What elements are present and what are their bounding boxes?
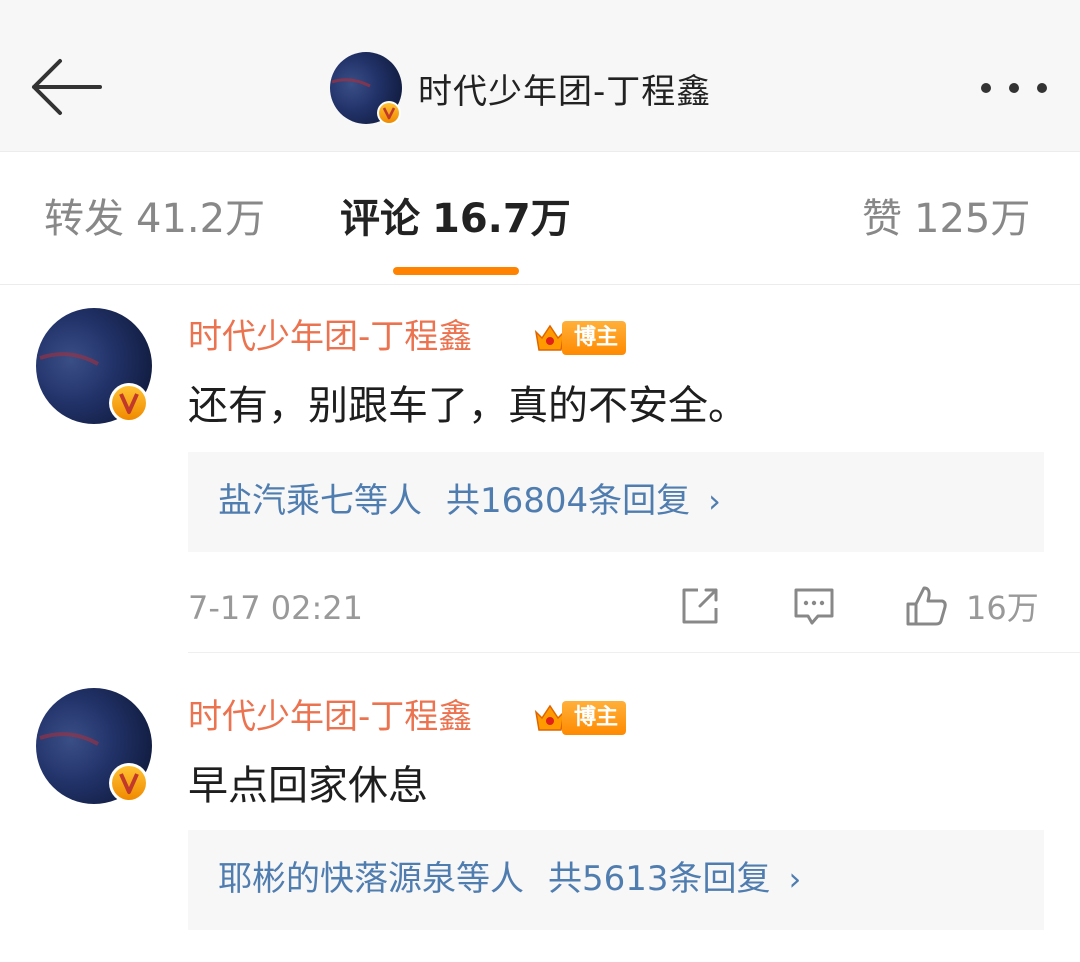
more-dots-icon[interactable] [976, 70, 1052, 106]
comment-meta: 7-17 02:21 16万 [0, 578, 1080, 638]
divider [188, 652, 1080, 653]
replies-link[interactable]: 盐汽乘七等人 共16804条回复 › [218, 476, 721, 526]
comment-username[interactable]: 时代少年团-丁程鑫 [188, 314, 472, 360]
replies-users: 耶彬的快落源泉等人 [218, 859, 524, 899]
replies-count: 共16804条回复 [446, 481, 691, 521]
comment-time: 7-17 02:21 [188, 589, 364, 627]
top-bar: 时代少年团-丁程鑫 [0, 0, 1080, 152]
chevron-right-icon: › [708, 482, 721, 520]
back-arrow-icon[interactable] [28, 55, 104, 119]
comment-item: 时代少年团-丁程鑫 博主 还有，别跟车了，真的不安全。 盐汽乘七等人 共16804… [0, 286, 1080, 656]
tab-label: 评论 [340, 196, 420, 242]
comment-text: 还有，别跟车了，真的不安全。 [188, 383, 748, 429]
comment-text: 早点回家休息 [188, 763, 428, 809]
blogger-badge: 博主 [532, 318, 627, 358]
badge-label: 博主 [562, 701, 627, 735]
blogger-badge: 博主 [532, 698, 627, 738]
replies-summary[interactable]: 盐汽乘七等人 共16804条回复 › [188, 452, 1044, 552]
page-title: 时代少年团-丁程鑫 [418, 71, 712, 112]
replies-count: 共5613条回复 [548, 859, 771, 899]
share-icon[interactable] [676, 582, 724, 630]
tab-comments[interactable]: 评论 16.7万 [340, 189, 571, 249]
verified-icon [377, 101, 401, 125]
replies-summary[interactable]: 耶彬的快落源泉等人 共5613条回复 › [188, 830, 1044, 930]
tab-reposts[interactable]: 转发 41.2万 [44, 189, 265, 249]
replies-link[interactable]: 耶彬的快落源泉等人 共5613条回复 › [218, 854, 801, 904]
tab-count: 125万 [914, 196, 1031, 242]
tab-label: 转发 [44, 196, 124, 242]
comment-icon[interactable] [790, 582, 838, 630]
tab-count: 16.7万 [432, 196, 571, 242]
active-tab-indicator [393, 267, 519, 275]
like-icon[interactable] [902, 582, 950, 630]
tab-label: 赞 [862, 196, 902, 242]
replies-users: 盐汽乘七等人 [218, 481, 422, 521]
avatar[interactable] [330, 52, 402, 125]
chevron-right-icon: › [788, 860, 802, 898]
verified-icon [109, 763, 149, 803]
tab-count: 41.2万 [136, 196, 266, 242]
avatar[interactable] [36, 308, 152, 424]
profile-header[interactable]: 时代少年团-丁程鑫 [330, 52, 712, 125]
like-count: 16万 [966, 589, 1039, 627]
tab-bar: 转发 41.2万 评论 16.7万 赞 125万 [0, 153, 1080, 285]
avatar[interactable] [36, 688, 152, 804]
verified-icon [109, 383, 149, 423]
comment-item: 时代少年团-丁程鑫 博主 早点回家休息 耶彬的快落源泉等人 共5613条回复 › [0, 666, 1080, 962]
tab-likes[interactable]: 赞 125万 [862, 189, 1030, 249]
badge-label: 博主 [562, 321, 627, 355]
comment-username[interactable]: 时代少年团-丁程鑫 [188, 694, 472, 740]
